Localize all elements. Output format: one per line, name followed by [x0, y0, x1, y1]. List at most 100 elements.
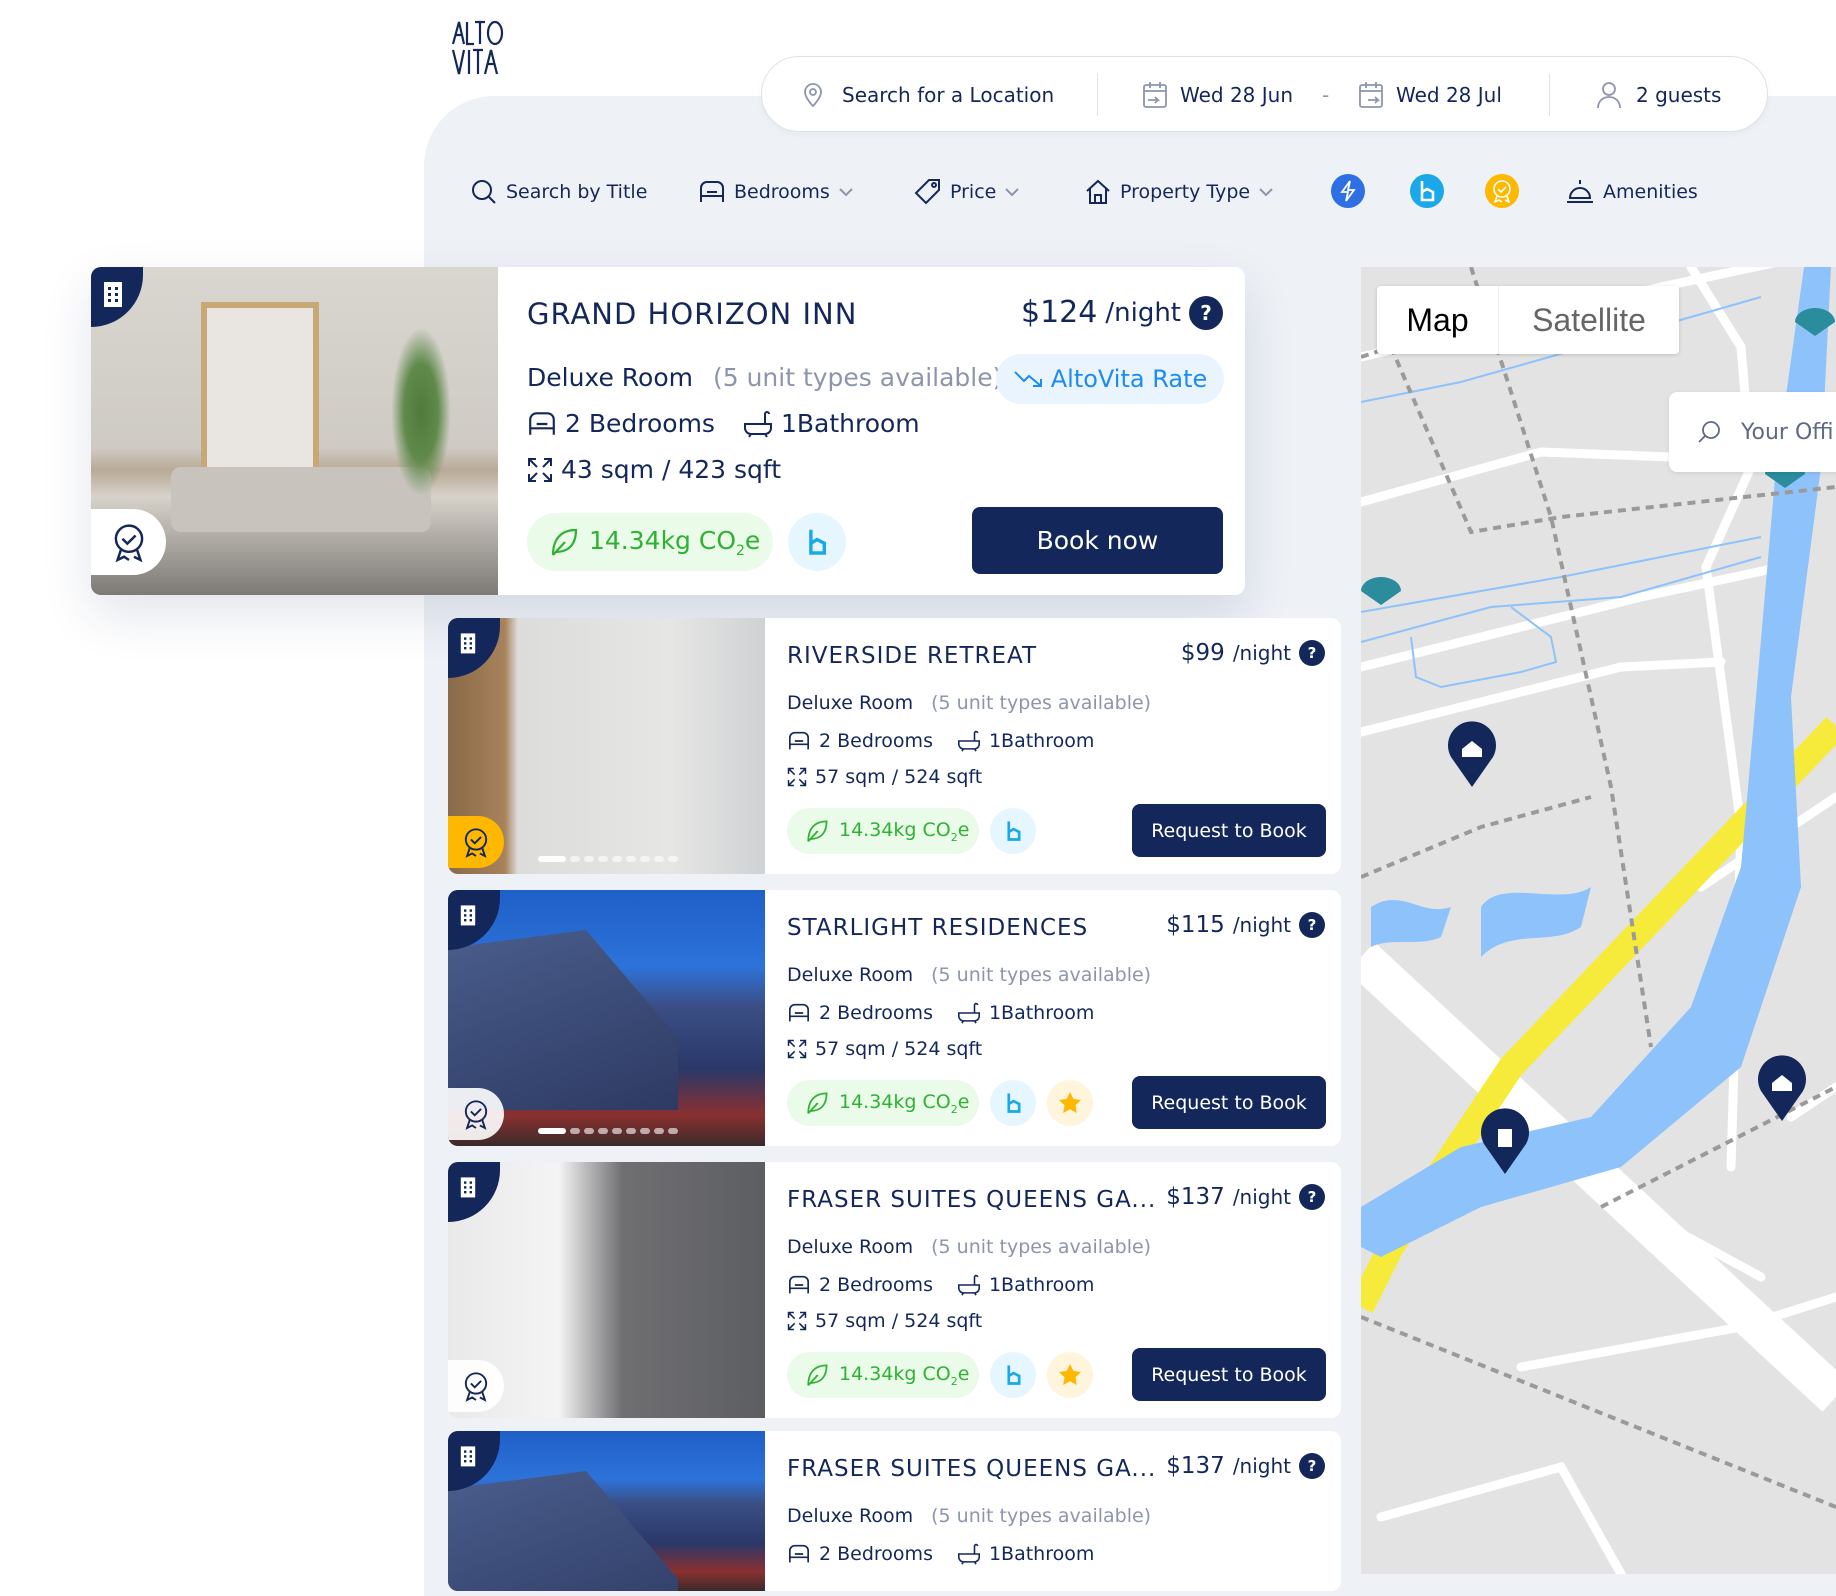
person-icon: [1597, 82, 1621, 109]
guests-selector[interactable]: 2 guests: [1596, 57, 1721, 133]
price-unit: /night: [1232, 1185, 1291, 1209]
listing-title[interactable]: STARLIGHT RESIDENCES: [787, 915, 1088, 941]
map[interactable]: Map Satellite Your Offi: [1361, 267, 1836, 1574]
search-by-title[interactable]: Search by Title: [470, 172, 647, 212]
listing-photo[interactable]: [448, 1162, 765, 1418]
award-badge[interactable]: [91, 509, 166, 575]
listing-title[interactable]: GRAND HORIZON INN: [527, 297, 857, 331]
bathrooms-count: 1Bathroom: [780, 409, 920, 438]
map-search-input[interactable]: Your Offi: [1669, 392, 1836, 472]
check-out-date[interactable]: Wed 28 Jul: [1358, 57, 1502, 133]
request-to-book-button[interactable]: Request to Book: [1132, 1348, 1326, 1401]
rooms-row: 2 Bedrooms 1Bathroom: [787, 730, 1094, 752]
help-icon[interactable]: ?: [1299, 1453, 1325, 1479]
carousel-dots[interactable]: [538, 1128, 678, 1134]
map-type-control: Map Satellite: [1377, 286, 1679, 354]
property-type-filter[interactable]: Property Type: [1084, 172, 1274, 212]
award-badge[interactable]: [448, 816, 504, 868]
listing-card[interactable]: FRASER SUITES QUEENS GA... $137/night? D…: [448, 1162, 1341, 1418]
location-pin-icon: [804, 83, 822, 108]
featured-star-badge[interactable]: [1047, 1080, 1093, 1126]
listing-photo[interactable]: [448, 890, 765, 1146]
divider: [1549, 74, 1550, 116]
house-icon: [1086, 179, 1110, 204]
listing-photo[interactable]: [448, 1431, 765, 1591]
listing-photo[interactable]: [448, 618, 765, 874]
carousel-dots[interactable]: [538, 856, 678, 862]
bedrooms-count: 2 Bedrooms: [819, 1002, 933, 1024]
expand-icon: [528, 457, 552, 482]
room-type: Deluxe Room: [787, 1505, 914, 1527]
listing-card[interactable]: STARLIGHT RESIDENCES $115/night? Deluxe …: [448, 890, 1341, 1146]
co2-badge[interactable]: 14.34kg CO2e: [787, 1080, 979, 1126]
bookable-badge[interactable]: [990, 808, 1036, 854]
listing-title[interactable]: RIVERSIDE RETREAT: [787, 643, 1037, 669]
price-amount: $115: [1166, 912, 1225, 938]
bedrooms-label: Bedrooms: [734, 181, 830, 203]
bookable-badge[interactable]: [990, 1080, 1036, 1126]
location-search[interactable]: Search for a Location: [802, 57, 1054, 133]
award-badge[interactable]: [448, 1360, 504, 1412]
price: $115/night?: [1166, 912, 1325, 938]
book-now-button[interactable]: Book now: [972, 507, 1223, 574]
help-icon[interactable]: ?: [1299, 640, 1325, 666]
hotel-badge: [448, 890, 500, 950]
unit-size: 57 sqm / 524 sqft: [815, 766, 983, 788]
help-icon[interactable]: ?: [1189, 295, 1223, 330]
expand-icon: [787, 767, 807, 787]
building-icon: [460, 1446, 476, 1467]
listing-card[interactable]: FRASER SUITES QUEENS GA... $137/night? D…: [448, 1431, 1341, 1591]
help-icon[interactable]: ?: [1299, 912, 1325, 938]
featured-listing-card[interactable]: GRAND HORIZON INN $124/night ? Deluxe Ro…: [91, 267, 1245, 595]
price-filter[interactable]: Price: [914, 172, 1020, 212]
building-icon: [104, 282, 122, 307]
price-unit: /night: [1232, 641, 1291, 665]
price-unit: /night: [1232, 913, 1291, 937]
request-to-book-button[interactable]: Request to Book: [1132, 1076, 1326, 1129]
satellite-tab[interactable]: Satellite: [1499, 286, 1679, 354]
co2-badge[interactable]: 14.34kg CO2e: [787, 808, 979, 854]
bed-icon: [529, 411, 555, 435]
award-badge[interactable]: [448, 1088, 504, 1140]
bookable-badge[interactable]: [788, 513, 846, 571]
bookable-toggle[interactable]: [1410, 174, 1444, 208]
bookable-badge[interactable]: [990, 1352, 1036, 1398]
listing-photo[interactable]: [91, 267, 498, 595]
bedrooms-count: 2 Bedrooms: [819, 730, 933, 752]
help-icon[interactable]: ?: [1299, 1184, 1325, 1210]
listing-title[interactable]: FRASER SUITES QUEENS GA...: [787, 1187, 1156, 1213]
map-tab[interactable]: Map: [1377, 286, 1499, 354]
divider: [1097, 74, 1098, 116]
bathrooms-count: 1Bathroom: [988, 730, 1095, 752]
listing-card[interactable]: RIVERSIDE RETREAT $99/night? Deluxe Room…: [448, 618, 1341, 874]
instant-book-toggle[interactable]: [1331, 174, 1365, 208]
award-toggle[interactable]: [1485, 174, 1519, 208]
unit-types: (5 unit types available): [931, 1236, 1152, 1258]
house-pin: [1448, 721, 1496, 787]
check-in-text: Wed 28 Jun: [1180, 83, 1294, 107]
price-amount: $137: [1166, 1453, 1225, 1479]
search-icon: [472, 180, 496, 204]
bed-icon: [700, 181, 724, 202]
request-to-book-button[interactable]: Request to Book: [1132, 804, 1326, 857]
size-row: 57 sqm / 524 sqft: [787, 1038, 982, 1060]
leaf-icon: [807, 820, 828, 842]
amenities-filter[interactable]: Amenities: [1565, 172, 1698, 212]
co2-badge[interactable]: 14.34kg CO2e: [527, 513, 773, 571]
bedrooms-filter[interactable]: Bedrooms: [698, 172, 854, 212]
featured-star-badge[interactable]: [1047, 1352, 1093, 1398]
co2-badge[interactable]: 14.34kg CO2e: [787, 1352, 979, 1398]
listing-title[interactable]: FRASER SUITES QUEENS GA...: [787, 1456, 1156, 1482]
size-row: 43 sqm / 423 sqft: [527, 455, 781, 484]
altovita-rate-badge[interactable]: AltoVita Rate: [996, 354, 1224, 404]
check-in-date[interactable]: Wed 28 Jun: [1142, 57, 1293, 133]
rooms-row: 2 Bedrooms 1Bathroom: [787, 1543, 1094, 1565]
search-bar: Search for a Location Wed 28 Jun - Wed 2…: [761, 56, 1768, 132]
price-amount: $137: [1166, 1184, 1225, 1210]
price-label: Price: [950, 181, 997, 203]
guests-text: 2 guests: [1636, 83, 1722, 107]
altovita-logo[interactable]: [451, 18, 511, 78]
unit-size: 57 sqm / 524 sqft: [815, 1038, 983, 1060]
bathrooms-count: 1Bathroom: [988, 1274, 1095, 1296]
bed-icon: [789, 1544, 809, 1563]
